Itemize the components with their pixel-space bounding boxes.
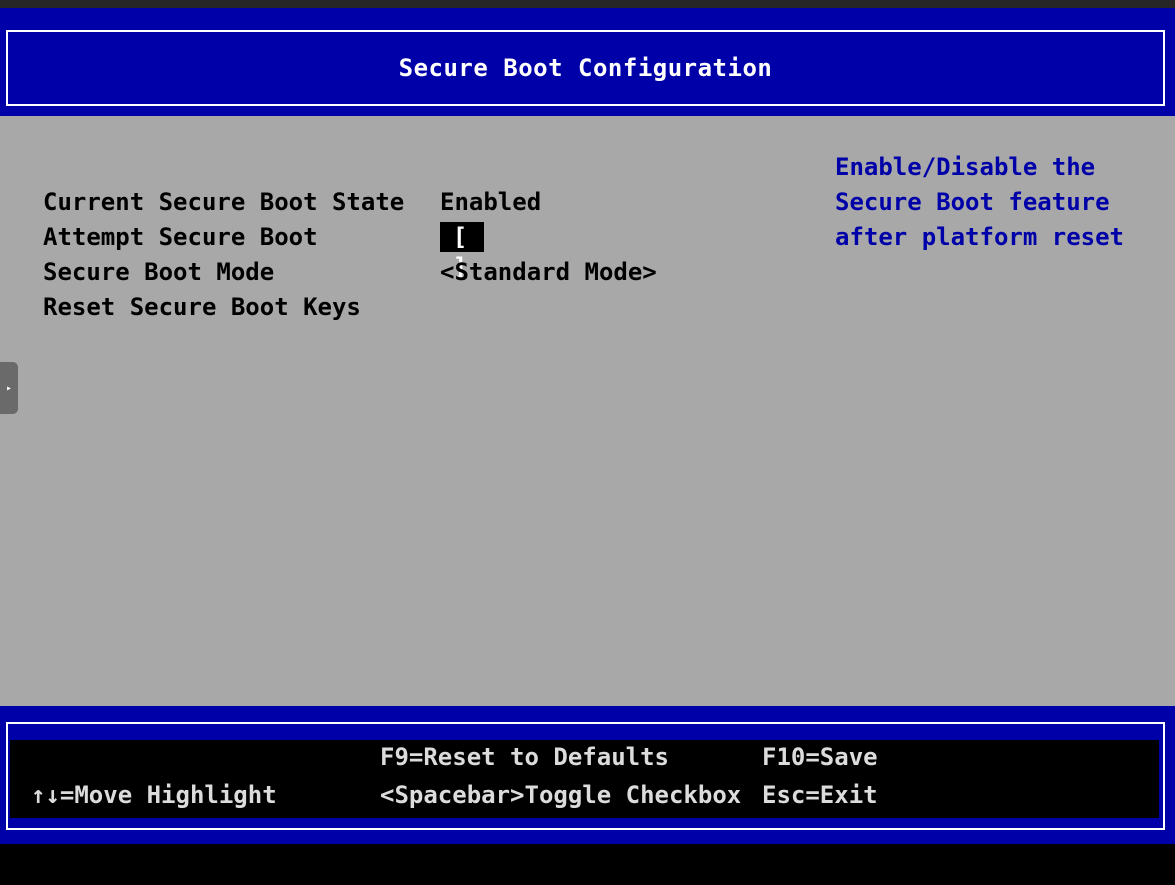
f9-reset-hint: F9=Reset to Defaults: [380, 743, 669, 771]
setting-value-current-secure-boot-state: Enabled: [440, 188, 542, 216]
header-frame: Secure Boot Configuration: [6, 30, 1165, 106]
chevron-right-icon: ▸: [5, 382, 13, 394]
move-highlight-hint: ↑↓=Move Highlight: [31, 781, 277, 809]
bottom-strip: [0, 844, 1175, 885]
footer-bar: F9=Reset to Defaults F10=Save ↑↓=Move Hi…: [0, 706, 1175, 844]
header-bar: Secure Boot Configuration: [0, 8, 1175, 116]
help-text: Enable/Disable the Secure Boot feature a…: [835, 150, 1165, 255]
page-title: Secure Boot Configuration: [398, 54, 773, 82]
attempt-secure-boot-checkbox[interactable]: [ ]: [440, 222, 484, 281]
f10-save-hint: F10=Save: [762, 743, 878, 771]
reset-secure-boot-keys-item[interactable]: Reset Secure Boot Keys: [43, 290, 361, 324]
help-line: Secure Boot feature: [835, 188, 1110, 216]
help-line: after platform reset: [835, 223, 1124, 251]
setting-label-attempt-secure-boot[interactable]: Attempt Secure Boot: [43, 220, 318, 254]
help-line: Enable/Disable the: [835, 153, 1096, 181]
bios-screen: Secure Boot Configuration Current Secure…: [0, 0, 1175, 885]
top-strip: [0, 0, 1175, 8]
setting-label-secure-boot-mode[interactable]: Secure Boot Mode: [43, 255, 274, 289]
key-help-panel: F9=Reset to Defaults F10=Save ↑↓=Move Hi…: [10, 740, 1159, 818]
secure-boot-mode-select[interactable]: <Standard Mode>: [440, 255, 657, 289]
setting-label-current-secure-boot-state: Current Secure Boot State: [43, 188, 405, 216]
toggle-checkbox-hint: <Spacebar>Toggle Checkbox: [380, 781, 742, 809]
esc-exit-hint: Esc=Exit: [762, 781, 878, 809]
side-panel-handle[interactable]: ▸: [0, 362, 18, 414]
